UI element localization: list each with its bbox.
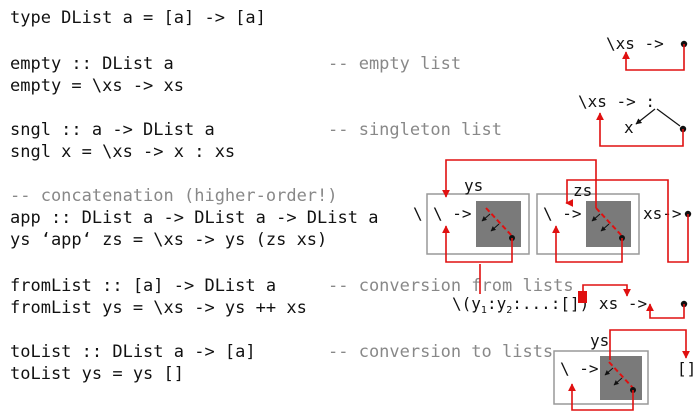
tolist-arrow: \ -> [560,359,599,378]
app-backslash: \ [413,204,423,223]
tolist-nil-label: [] [677,359,696,378]
sngl-lambda-label: \xs -> : [578,92,655,111]
tolist-ys-label: ys [590,331,609,350]
app-zs-arrow: \ -> [543,204,582,223]
sngl-tail-line [656,108,681,127]
diagrams-canvas: \xs -> \xs -> : x \ ys \ -> zs \ -> xs-> [413,34,696,411]
app-diagram: \ ys \ -> zs \ -> xs-> [413,159,692,263]
app-ys-label: ys [464,176,483,195]
empty-lambda-label: \xs -> [606,34,664,53]
tolist-ys-body [600,356,642,400]
sngl-x-label: x [624,118,634,137]
fromlist-diagram: \(y1:y2:...:[]) xs -> [452,264,688,319]
sngl-diagram: \xs -> : x [578,92,687,147]
empty-diagram: \xs -> [606,34,688,71]
fromlist-xs-wire [646,303,685,319]
sngl-cons-arrow [635,108,656,125]
app-zs-label: zs [573,181,592,200]
fromlist-nil-highlight [578,291,587,303]
tolist-diagram: ys \ -> [] [553,329,696,411]
app-xs-arrow: xs-> [643,204,682,223]
sngl-wire [596,112,684,147]
fromlist-label-open: \(y1:y2:...:[]) xs -> [452,294,647,316]
app-ys-arrow: \ -> [433,204,472,223]
